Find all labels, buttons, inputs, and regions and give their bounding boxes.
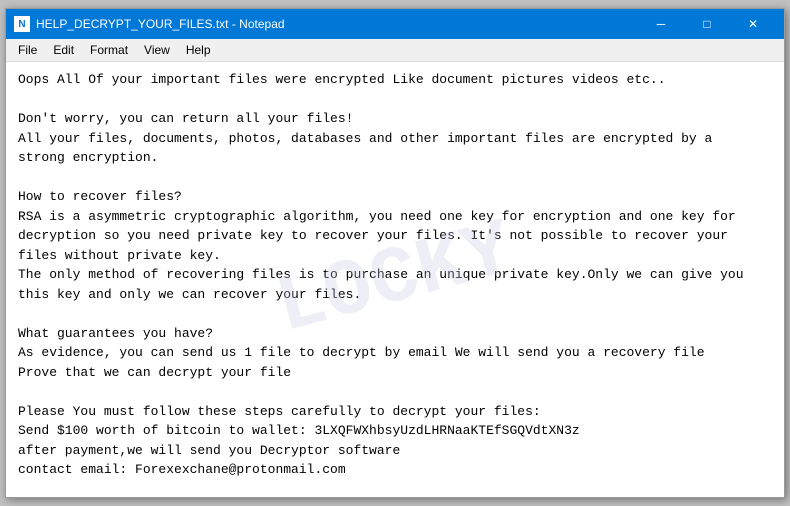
- notepad-icon: N: [14, 16, 30, 32]
- notepad-window: N HELP_DECRYPT_YOUR_FILES.txt - Notepad …: [5, 8, 785, 498]
- title-bar-left: N HELP_DECRYPT_YOUR_FILES.txt - Notepad: [14, 16, 285, 32]
- content-area[interactable]: LOCKY Oops All Of your important files w…: [6, 62, 784, 497]
- title-bar-controls: ─ □ ✕: [638, 9, 776, 39]
- maximize-button[interactable]: □: [684, 9, 730, 39]
- minimize-button[interactable]: ─: [638, 9, 684, 39]
- menu-item-format[interactable]: Format: [82, 41, 136, 59]
- window-title: HELP_DECRYPT_YOUR_FILES.txt - Notepad: [36, 17, 285, 31]
- menu-item-help[interactable]: Help: [178, 41, 219, 59]
- menu-item-file[interactable]: File: [10, 41, 45, 59]
- menu-item-view[interactable]: View: [136, 41, 178, 59]
- ransom-note-text: Oops All Of your important files were en…: [18, 70, 772, 497]
- title-bar: N HELP_DECRYPT_YOUR_FILES.txt - Notepad …: [6, 9, 784, 39]
- close-button[interactable]: ✕: [730, 9, 776, 39]
- menu-item-edit[interactable]: Edit: [45, 41, 82, 59]
- menu-bar: FileEditFormatViewHelp: [6, 39, 784, 62]
